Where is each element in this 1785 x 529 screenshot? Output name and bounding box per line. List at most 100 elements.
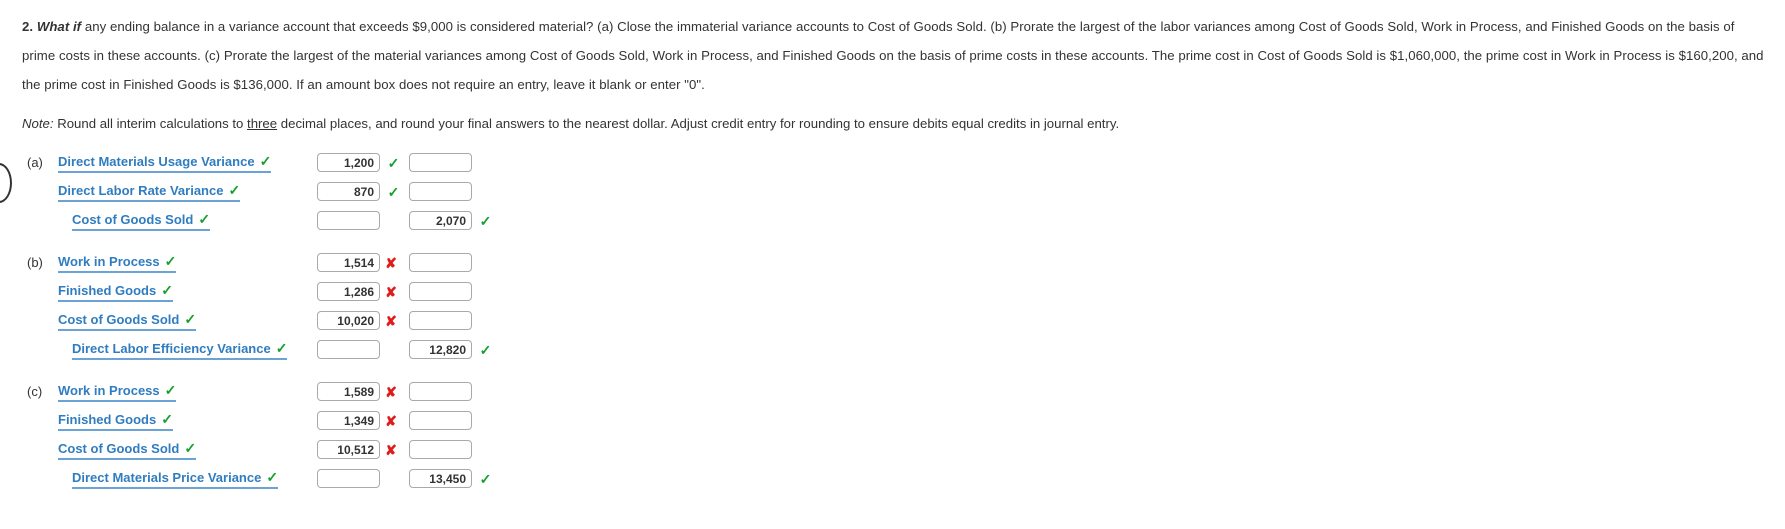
credit-amount-input[interactable] [409,253,472,272]
journal-entry-row: (b) Work in Process✓ ✘ [22,248,1785,277]
credit-amount-input[interactable] [409,311,472,330]
credit-amount-cell [402,469,472,488]
account-name-cell: Direct Labor Efficiency Variance ✓ [58,340,310,360]
debit-amount-cell [310,382,380,401]
incorrect-cross-icon: ✘ [385,383,397,400]
account-select-link[interactable]: Work in Process ✓ [58,252,177,273]
journal-entry-row: Cost of Goods Sold✓ ✓ [22,206,1785,235]
account-name-cell: Direct Materials Price Variance ✓ [58,469,310,489]
debit-amount-cell [310,411,380,430]
debit-amount-input[interactable] [317,311,380,330]
credit-amount-input[interactable] [409,411,472,430]
correct-check-icon: ✓ [228,181,241,198]
account-select-link[interactable]: Cost of Goods Sold ✓ [58,311,197,331]
account-name-text: Direct Labor Rate Variance [58,182,224,198]
debit-amount-input[interactable] [317,182,380,201]
credit-amount-input[interactable] [409,211,472,230]
correct-check-icon: ✓ [479,341,492,358]
debit-grade-mark: ✓ [380,185,402,199]
credit-amount-input[interactable] [409,153,472,172]
note-text-part-2: decimal places, and round your final ans… [277,116,1120,131]
note-text-part-1: Round all interim calculations to [53,116,248,131]
debit-amount-input[interactable] [317,440,380,459]
note-line: Note: Round all interim calculations to … [0,99,1785,135]
debit-amount-input[interactable] [317,340,380,359]
incorrect-cross-icon: ✘ [385,312,397,329]
account-name-cell: Direct Labor Rate Variance ✓ [58,182,310,202]
debit-grade-mark: ✘ [380,443,402,457]
credit-amount-cell [402,282,472,301]
account-select-link[interactable]: Work in Process ✓ [58,381,177,402]
account-name-cell: Cost of Goods Sold ✓ [58,311,310,331]
journal-entry-row: Finished Goods✓ ✘ [22,406,1785,435]
account-select-link[interactable]: Finished Goods ✓ [58,283,173,302]
account-select-link[interactable]: Direct Materials Usage Variance ✓ [58,152,272,173]
problem-statement-body: any ending balance in a variance account… [22,19,1764,92]
credit-amount-cell [402,153,472,172]
credit-amount-input[interactable] [409,440,472,459]
credit-amount-cell [402,253,472,272]
group-letter-label: (c) [27,384,43,399]
account-name-text: Direct Materials Usage Variance [58,153,255,169]
journal-entry-row: (c) Work in Process✓ ✘ [22,377,1785,406]
debit-amount-cell [310,311,380,330]
debit-grade-mark: ✘ [380,385,402,399]
debit-amount-input[interactable] [317,282,380,301]
credit-amount-input[interactable] [409,182,472,201]
debit-grade-mark: ✘ [380,256,402,270]
credit-amount-input[interactable] [409,382,472,401]
debit-amount-cell [310,469,380,488]
account-name-text: Direct Materials Price Variance [72,469,262,485]
correct-check-icon: ✓ [161,410,173,427]
correct-check-icon: ✓ [164,381,177,398]
account-select-link[interactable]: Cost of Goods Sold ✓ [58,441,197,460]
credit-amount-cell [402,340,472,359]
correct-check-icon: ✓ [259,152,272,169]
account-name-text: Direct Labor Efficiency Variance [72,340,271,356]
incorrect-cross-icon: ✘ [385,441,397,458]
credit-amount-cell [402,382,472,401]
journal-entry-row: Direct Labor Rate Variance✓✓ [22,177,1785,206]
correct-check-icon: ✓ [164,252,177,269]
account-name-text: Work in Process [58,382,160,398]
credit-amount-cell [402,182,472,201]
correct-check-icon: ✓ [275,339,288,356]
correct-check-icon: ✓ [387,154,400,171]
journal-entry-row: Finished Goods✓ ✘ [22,277,1785,306]
credit-amount-input[interactable] [409,469,472,488]
journal-entry-row: (a)Direct Materials Usage Variance✓✓ [22,148,1785,177]
journal-entry-row: Direct Materials Price Variance✓✓ [22,464,1785,493]
debit-amount-input[interactable] [317,253,380,272]
debit-amount-input[interactable] [317,382,380,401]
debit-amount-cell [310,153,380,172]
entry-group: (a)Direct Materials Usage Variance✓✓Dire… [22,148,1785,235]
credit-amount-input[interactable] [409,282,472,301]
credit-amount-input[interactable] [409,340,472,359]
debit-amount-input[interactable] [317,153,380,172]
correct-check-icon: ✓ [479,212,492,229]
account-name-text: Cost of Goods Sold [58,311,180,327]
account-name-cell: Work in Process ✓ [58,382,310,402]
journal-entry-row: Cost of Goods Sold✓ ✘ [22,306,1785,335]
account-select-link[interactable]: Direct Labor Rate Variance ✓ [58,181,241,202]
debit-amount-input[interactable] [317,211,380,230]
account-select-link[interactable]: Direct Labor Efficiency Variance ✓ [72,339,288,360]
debit-amount-input[interactable] [317,411,380,430]
account-name-text: Work in Process [58,253,160,269]
account-select-link[interactable]: Cost of Goods Sold ✓ [72,212,211,231]
account-name-cell: Cost of Goods Sold ✓ [58,440,310,460]
account-select-link[interactable]: Direct Materials Price Variance ✓ [72,468,279,489]
debit-amount-cell [310,440,380,459]
group-letter-label: (b) [27,255,43,270]
journal-entry-table: (a)Direct Materials Usage Variance✓✓Dire… [0,148,1785,493]
entry-group: (b)Work in Process✓✘Finished Goods✓✘Cost… [22,248,1785,364]
credit-grade-mark: ✓ [472,343,494,357]
journal-entry-row: Direct Labor Efficiency Variance✓✓ [22,335,1785,364]
correct-check-icon: ✓ [266,468,279,485]
group-letter-label: (a) [27,155,43,170]
account-name-cell: Cost of Goods Sold ✓ [58,211,310,231]
question-number: 2. [22,19,34,34]
debit-amount-input[interactable] [317,469,380,488]
account-select-link[interactable]: Finished Goods ✓ [58,412,173,431]
debit-grade-mark: ✘ [380,285,402,299]
